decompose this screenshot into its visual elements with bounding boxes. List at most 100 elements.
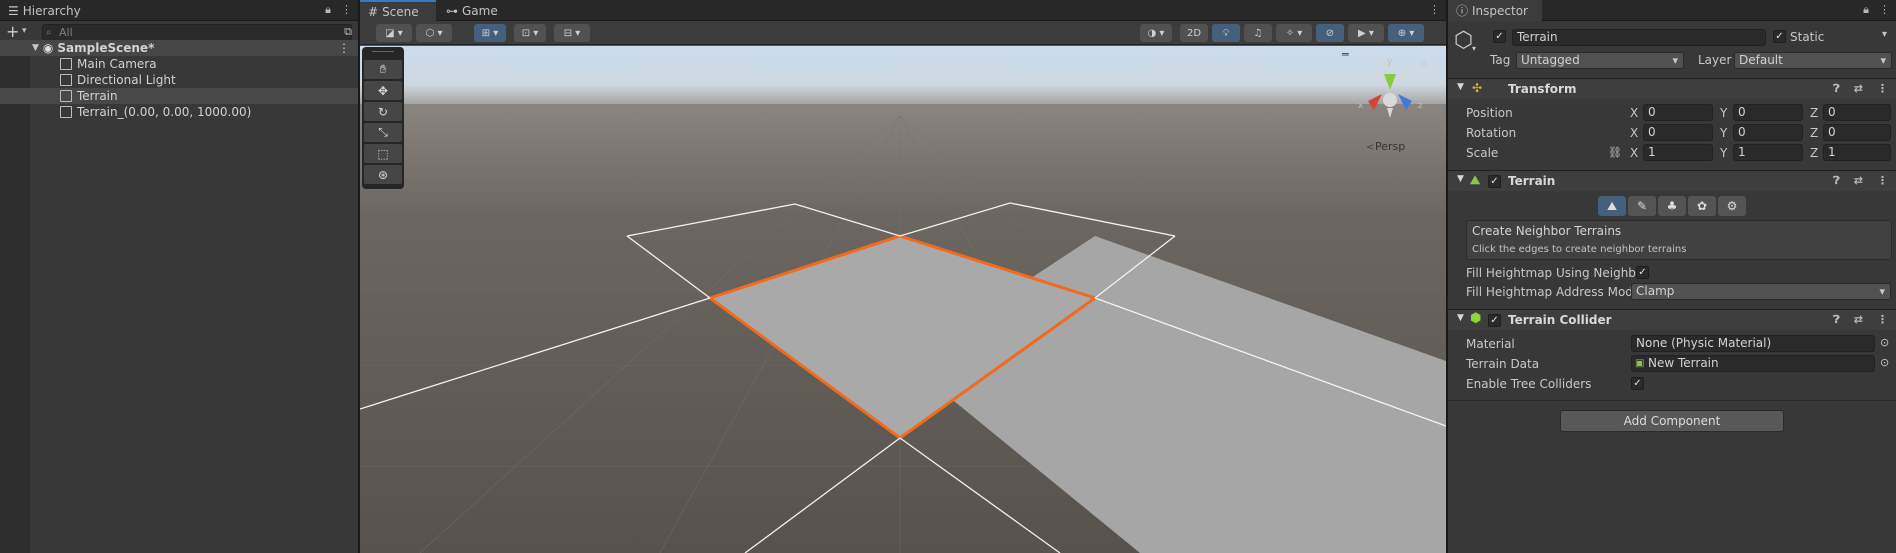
list-item-selected[interactable]: Terrain bbox=[0, 88, 358, 104]
more-menu-icon[interactable]: ⋮ bbox=[1879, 3, 1890, 17]
transform-axes-icon: ✣ bbox=[1472, 81, 1483, 95]
tree-colliders-checkbox[interactable]: ✓ bbox=[1631, 377, 1644, 390]
collapse-arrow-icon[interactable]: ▼ bbox=[1457, 82, 1464, 92]
move-tool-button[interactable]: ✥ bbox=[364, 81, 402, 100]
position-y-field[interactable]: 0 bbox=[1733, 104, 1803, 121]
object-picker-icon[interactable]: ⊙ bbox=[1880, 356, 1889, 369]
collider-enabled-checkbox[interactable]: ✓ bbox=[1488, 314, 1501, 327]
scale-y-field[interactable]: 1 bbox=[1733, 144, 1803, 161]
paint-terrain-tool-button[interactable]: ✎ bbox=[1628, 196, 1656, 216]
scene-viewport[interactable]: y x z ▫ ═ < Persp bbox=[360, 46, 1446, 553]
lock-icon[interactable]: 🔒︎ bbox=[325, 3, 331, 17]
position-x-field[interactable]: 0 bbox=[1643, 104, 1713, 121]
help-icon[interactable]: ❓︎ bbox=[1833, 82, 1840, 96]
icon-dropdown-arrow-icon[interactable]: ▾ bbox=[1472, 44, 1476, 53]
scale-label: Scale bbox=[1466, 146, 1499, 160]
rotate-tool-button[interactable]: ↻ bbox=[364, 102, 402, 121]
scale-tool-button[interactable]: ⤡ bbox=[364, 123, 402, 142]
gizmos-dropdown[interactable]: ⊕ ▾ bbox=[1388, 24, 1424, 42]
tab-hierarchy[interactable]: ☰ Hierarchy bbox=[0, 0, 89, 21]
rotation-x-field[interactable]: 0 bbox=[1643, 124, 1713, 141]
more-menu-icon[interactable]: ⋮ bbox=[1877, 174, 1888, 188]
render-mode-dropdown[interactable]: ⬡ ▾ bbox=[416, 24, 452, 42]
list-item[interactable]: Main Camera bbox=[0, 56, 358, 72]
unity-scene-icon: ◉ bbox=[42, 41, 54, 55]
add-object-button[interactable]: + bbox=[6, 22, 19, 41]
transform-header[interactable]: ▼ ✣ Transform ❓︎ ⇄ ⋮ bbox=[1448, 78, 1896, 99]
more-menu-icon[interactable]: ⋮ bbox=[1429, 3, 1440, 16]
more-menu-icon[interactable]: ⋮ bbox=[341, 3, 352, 17]
grid-toggle-button[interactable]: ⊞ ▾ bbox=[474, 24, 506, 42]
align-dropdown[interactable]: ⊟ ▾ bbox=[554, 24, 590, 42]
draw-mode-dropdown[interactable]: ◪ ▾ bbox=[376, 24, 412, 42]
axis-x-label: X bbox=[1630, 106, 1639, 120]
tab-scene[interactable]: # Scene bbox=[360, 0, 436, 21]
terrain-header[interactable]: ▼ ⛰︎ ✓ Terrain ❓︎ ⇄ ⋮ bbox=[1448, 170, 1896, 191]
lock-icon[interactable]: 🔒︎ bbox=[1863, 3, 1869, 17]
presets-icon[interactable]: ⇄ bbox=[1854, 174, 1863, 188]
address-mode-label: Fill Heightmap Address Mode bbox=[1466, 285, 1641, 299]
tab-inspector[interactable]: ⓘ Inspector bbox=[1448, 0, 1542, 21]
static-dropdown-icon[interactable]: ▾ bbox=[1882, 29, 1887, 40]
list-item[interactable]: Terrain_(0.00, 0.00, 1000.00) bbox=[0, 104, 358, 120]
material-field[interactable]: None (Physic Material) bbox=[1631, 335, 1875, 352]
object-picker-icon[interactable]: ⊙ bbox=[1880, 336, 1889, 349]
help-icon[interactable]: ❓︎ bbox=[1833, 313, 1840, 327]
transform-tool-button[interactable]: ⊛ bbox=[364, 165, 402, 184]
add-component-button[interactable]: Add Component bbox=[1560, 410, 1784, 432]
gizmo-lock-icon[interactable]: ▫ bbox=[1420, 58, 1427, 69]
snap-increment-dropdown[interactable]: ⊡ ▾ bbox=[514, 24, 546, 42]
layer-dropdown[interactable]: Default bbox=[1734, 52, 1892, 69]
terrain-settings-tool-button[interactable]: ⚙ bbox=[1718, 196, 1746, 216]
overlay-drag-handle[interactable] bbox=[372, 51, 394, 57]
hierarchy-search-input[interactable]: ⌕ All bbox=[42, 24, 352, 41]
shading-dropdown[interactable]: ◑ ▾ bbox=[1140, 24, 1172, 42]
paint-details-tool-button[interactable]: ✿ bbox=[1688, 196, 1716, 216]
fill-heightmap-checkbox[interactable]: ✓ bbox=[1636, 266, 1649, 279]
tab-game[interactable]: ⊶ Game bbox=[438, 0, 506, 21]
collapse-arrow-icon[interactable]: ▼ bbox=[1457, 313, 1464, 323]
object-name-field[interactable]: Terrain bbox=[1512, 29, 1766, 46]
lighting-toggle-button[interactable]: 💡︎ bbox=[1212, 24, 1240, 42]
more-menu-icon[interactable]: ⋮ bbox=[1877, 313, 1888, 327]
rotation-y-field[interactable]: 0 bbox=[1733, 124, 1803, 141]
scale-x-field[interactable]: 1 bbox=[1643, 144, 1713, 161]
audio-toggle-button[interactable]: ♫ bbox=[1244, 24, 1272, 42]
terrain-data-field[interactable]: ▣ New Terrain bbox=[1631, 355, 1875, 372]
scene-row[interactable]: ▼ ◉ SampleScene* ⋮ bbox=[0, 40, 358, 56]
effects-dropdown[interactable]: ✧ ▾ bbox=[1276, 24, 1312, 42]
persp-label[interactable]: Persp bbox=[1375, 140, 1405, 153]
terrain-enabled-checkbox[interactable]: ✓ bbox=[1488, 175, 1501, 188]
hidden-objects-button[interactable]: ⊘ bbox=[1316, 24, 1344, 42]
list-item-label: Main Camera bbox=[77, 57, 157, 71]
position-z-field[interactable]: 0 bbox=[1823, 104, 1891, 121]
presets-icon[interactable]: ⇄ bbox=[1854, 82, 1863, 96]
presets-icon[interactable]: ⇄ bbox=[1854, 313, 1863, 327]
info-icon: ⓘ bbox=[1456, 4, 1469, 18]
hierarchy-panel: ☰ Hierarchy 🔒︎ ⋮ + ▾ ⌕ All ⧉ ▼ ◉ SampleS… bbox=[0, 0, 358, 553]
paint-trees-tool-button[interactable]: ♣ bbox=[1658, 196, 1686, 216]
create-neighbor-tool-button[interactable]: ⛰︎ bbox=[1598, 196, 1626, 216]
rotation-z-field[interactable]: 0 bbox=[1823, 124, 1891, 141]
rect-tool-button[interactable]: ⬚ bbox=[364, 144, 402, 163]
list-item[interactable]: Directional Light bbox=[0, 72, 358, 88]
link-scale-icon[interactable]: ⛓︎ bbox=[1608, 146, 1622, 159]
search-filter-icon[interactable]: ⧉ bbox=[344, 25, 352, 39]
camera-dropdown[interactable]: ▶ ▾ bbox=[1348, 24, 1384, 42]
tag-dropdown[interactable]: Untagged bbox=[1516, 52, 1684, 69]
static-checkbox[interactable]: ✓ bbox=[1773, 30, 1786, 43]
help-icon[interactable]: ❓︎ bbox=[1833, 174, 1840, 188]
more-menu-icon[interactable]: ⋮ bbox=[1877, 82, 1888, 96]
active-checkbox[interactable]: ✓ bbox=[1493, 30, 1506, 43]
collider-title: Terrain Collider bbox=[1508, 313, 1612, 327]
terrain-collider-header[interactable]: ▼ ⬢ ✓ Terrain Collider ❓︎ ⇄ ⋮ bbox=[1448, 309, 1896, 330]
chevron-down-icon[interactable]: ▾ bbox=[22, 26, 27, 36]
scale-z-field[interactable]: 1 bbox=[1823, 144, 1891, 161]
expand-arrow-icon[interactable]: ▼ bbox=[32, 43, 39, 53]
address-mode-dropdown[interactable]: Clamp bbox=[1631, 283, 1891, 300]
overlay-menu-icon[interactable]: ═ bbox=[1341, 48, 1349, 61]
collapse-arrow-icon[interactable]: ▼ bbox=[1457, 174, 1464, 184]
toggle-2d-button[interactable]: 2D bbox=[1180, 24, 1208, 42]
scene-more-icon[interactable]: ⋮ bbox=[338, 41, 350, 55]
hand-tool-button[interactable]: ✋︎ bbox=[364, 60, 402, 79]
